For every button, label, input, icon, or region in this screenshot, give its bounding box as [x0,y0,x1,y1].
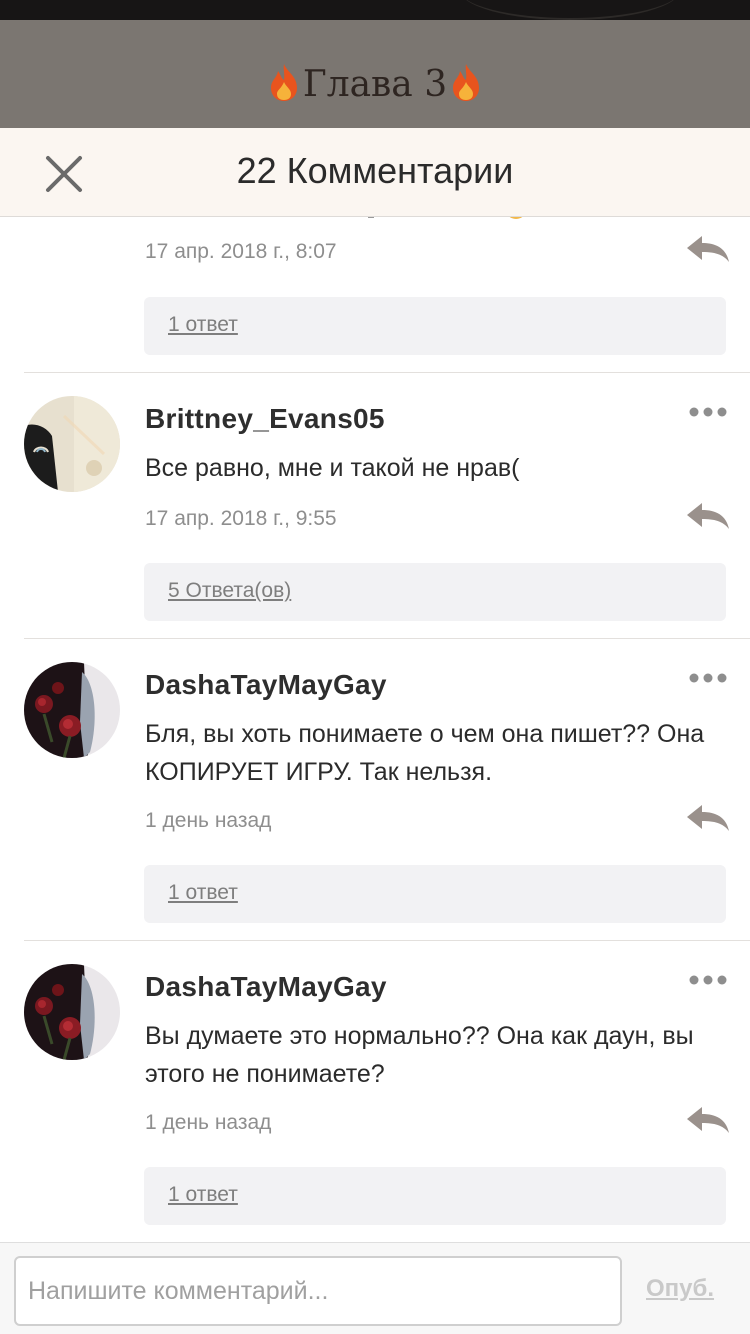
chapter-title: Глава 3 [0,62,750,105]
fire-icon [453,64,480,101]
fire-icon [270,64,297,101]
story-image-strip [0,0,750,20]
more-options-button[interactable] [688,669,728,683]
avatar[interactable] [24,964,120,1060]
comment-input[interactable] [14,1256,622,1326]
comment-composer: Опуб. [0,1242,750,1334]
avatar-image [24,964,120,1060]
comments-header: 22 Комментарии [0,128,750,217]
more-options-button[interactable] [688,971,728,985]
publish-button[interactable]: Опуб. [646,1275,714,1303]
comments-list[interactable]: 17 апр. 2018 г., 8:07 1 ответ Brittney_E… [0,217,750,1242]
replies-button[interactable]: 1 ответ [144,1167,726,1225]
reply-arrow-icon [687,1107,729,1133]
comment-time: 1 день назад [145,809,272,832]
story-background: Глава 3 [0,0,750,128]
more-dots-icon [689,673,727,683]
clipped-emoji [505,217,527,219]
comment-time: 17 апр. 2018 г., 9:55 [145,507,337,530]
replies-button[interactable]: 1 ответ [144,297,726,355]
reply-button[interactable] [686,501,730,533]
replies-link[interactable]: 1 ответ [168,1183,238,1207]
more-options-button[interactable] [688,403,728,417]
replies-button[interactable]: 5 Ответа(ов) [144,563,726,621]
comments-title: 22 Комментарии [236,150,514,191]
more-dots-icon [689,407,727,417]
replies-link[interactable]: 5 Ответа(ов) [168,579,291,603]
avatar[interactable] [24,662,120,758]
comment-author[interactable]: DashaTayMayGay [145,971,387,1003]
reply-arrow-icon [687,503,729,529]
replies-button[interactable]: 1 ответ [144,865,726,923]
comment-time: 1 день назад [145,1111,272,1134]
reply-button[interactable] [686,803,730,835]
comment-divider [24,372,750,373]
avatar[interactable] [24,396,120,492]
comment-text: Все равно, мне и такой не нрав( [145,454,520,482]
reply-arrow-icon [687,236,729,262]
clipped-text-fragment [368,217,374,218]
more-dots-icon [689,975,727,985]
comment-text: Вы думаете это нормально?? Она как даун,… [145,1022,694,1088]
reply-arrow-icon [687,805,729,831]
comments-screen: Глава 3 22 Комментарии 17 апр. 2018 г., … [0,0,750,1334]
comment-time: 17 апр. 2018 г., 8:07 [145,240,337,263]
avatar-image [24,396,120,492]
chapter-title-text: Глава 3 [302,64,448,105]
comment-text: Бля, вы хоть понимаете о чем она пишет??… [145,720,705,786]
replies-link[interactable]: 1 ответ [168,881,238,905]
replies-link[interactable]: 1 ответ [168,313,238,337]
comment-divider [24,638,750,639]
comment-author[interactable]: DashaTayMayGay [145,669,387,701]
comment-divider [24,940,750,941]
reply-button[interactable] [686,234,730,266]
reply-button[interactable] [686,1105,730,1137]
avatar-image [24,662,120,758]
comment-author[interactable]: Brittney_Evans05 [145,403,385,435]
